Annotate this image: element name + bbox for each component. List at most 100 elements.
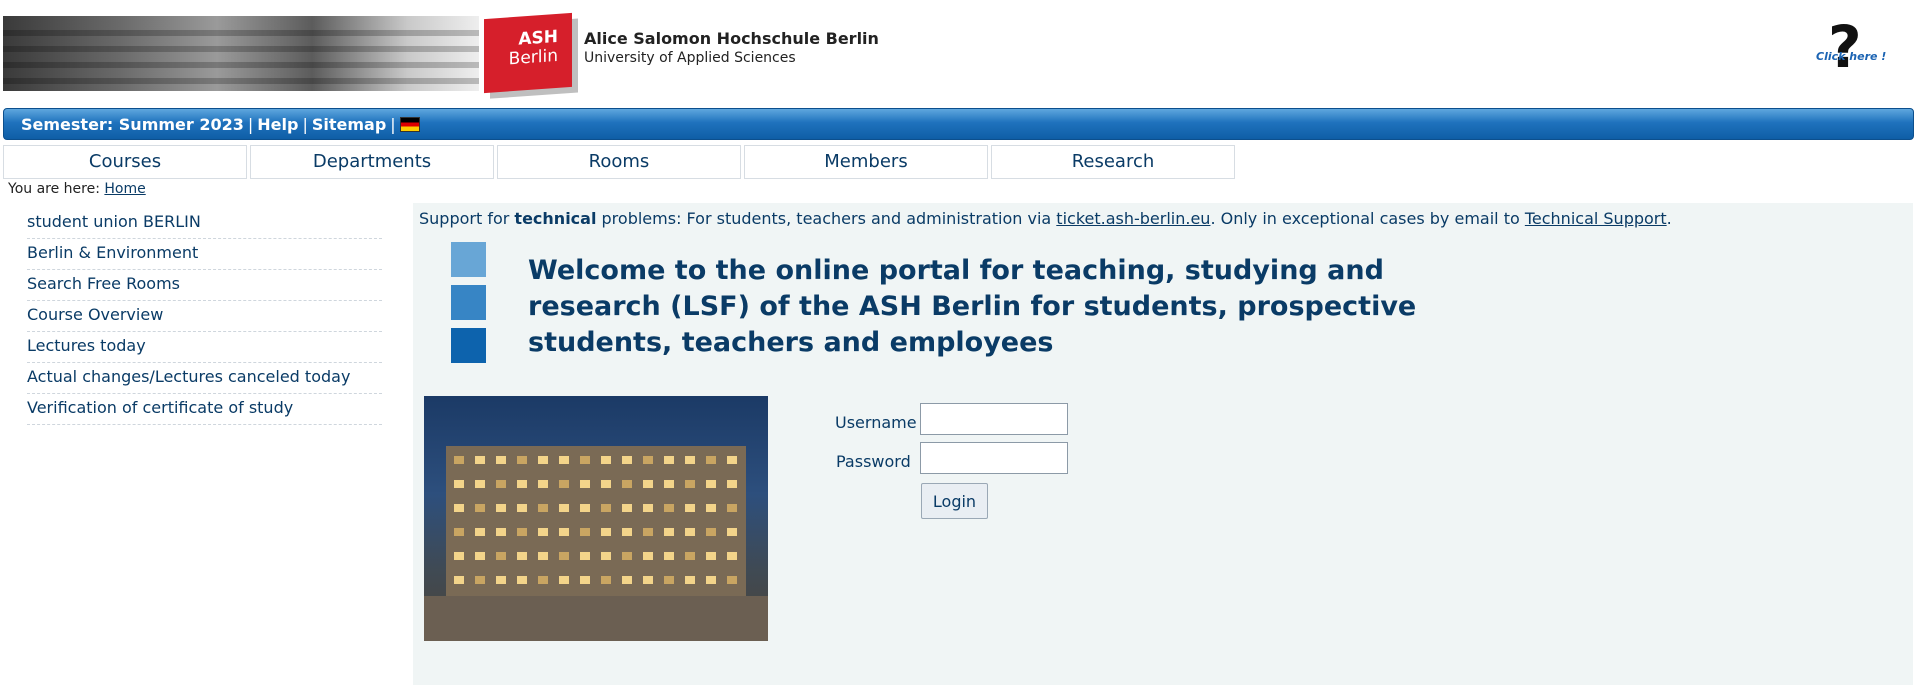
building-window [622,552,632,560]
building-window [496,504,506,512]
building-window [706,576,716,584]
building-window [559,504,569,512]
ticket-link[interactable]: ticket.ash-berlin.eu [1056,209,1210,228]
sidebar-item-search-free-rooms[interactable]: Search Free Rooms [27,270,382,301]
building-window [475,456,485,464]
building-window [664,552,674,560]
building-window [601,576,611,584]
sidebar-item-certificate-verification[interactable]: Verification of certificate of study [27,394,382,425]
building-window [580,504,590,512]
tab-rooms[interactable]: Rooms [497,145,741,179]
building-window [517,528,527,536]
sidebar-item-student-union[interactable]: student union BERLIN [27,208,382,239]
separator: | [247,115,254,134]
breadcrumb-prefix: You are here: [8,181,100,197]
username-input[interactable] [920,403,1068,435]
building-window [580,528,590,536]
building-window [517,456,527,464]
support-text: Support for [419,209,515,228]
support-bold-text: technical [514,209,597,228]
building-window [580,552,590,560]
building-window [727,576,737,584]
university-name: Alice Salomon Hochschule Berlin [584,29,879,48]
building-window [559,528,569,536]
building-window [643,576,653,584]
header-banner-photo [3,16,479,91]
building-window [496,456,506,464]
tab-members[interactable]: Members [744,145,988,179]
building-window [706,480,716,488]
sidebar-item-course-overview[interactable]: Course Overview [27,301,382,332]
sidebar-item-actual-changes[interactable]: Actual changes/Lectures canceled today [27,363,382,394]
building-window [664,480,674,488]
sidebar-item-berlin-environment[interactable]: Berlin & Environment [27,239,382,270]
building-window [517,504,527,512]
decorative-square [451,285,486,320]
building-window [643,456,653,464]
building-window [538,576,548,584]
building-window [454,528,464,536]
building-window [706,528,716,536]
building-window [706,504,716,512]
welcome-heading: Welcome to the online portal for teachin… [528,255,1417,358]
building-window [685,456,695,464]
building-window [685,552,695,560]
building-window [538,552,548,560]
building-window [601,480,611,488]
campus-building-photo [424,396,768,641]
building-window [643,528,653,536]
building-window [454,552,464,560]
help-question-mark-link[interactable]: ? Click here ! [1808,13,1888,88]
technical-support-link[interactable]: Technical Support [1525,209,1667,228]
building-window [643,552,653,560]
building-window [685,480,695,488]
building-window [475,480,485,488]
sidebar-menu: student union BERLIN Berlin & Environmen… [27,208,382,425]
building-window [559,552,569,560]
building-window [622,576,632,584]
main-tabs: Courses Departments Rooms Members Resear… [3,145,1238,179]
support-text: problems: For students, teachers and adm… [596,209,1057,228]
building-window [601,456,611,464]
building-window [475,552,485,560]
building-window [517,576,527,584]
building-window [643,480,653,488]
building-window [517,480,527,488]
help-link[interactable]: Help [257,115,298,134]
login-button[interactable]: Login [921,483,988,519]
building-window [496,552,506,560]
top-navigation-bar: Semester: Summer 2023 | Help | Sitemap | [3,108,1914,140]
main-content: Support for technical problems: For stud… [413,203,1913,685]
building-window [685,504,695,512]
building-window [475,528,485,536]
building-window [622,504,632,512]
sidebar-item-lectures-today[interactable]: Lectures today [27,332,382,363]
tab-research[interactable]: Research [991,145,1235,179]
building-window [622,528,632,536]
building-window [454,480,464,488]
sitemap-link[interactable]: Sitemap [312,115,386,134]
breadcrumb-home-link[interactable]: Home [104,181,145,197]
building-window [475,504,485,512]
building-window [538,480,548,488]
building-window [496,528,506,536]
password-input[interactable] [920,442,1068,474]
building-window [622,456,632,464]
tab-departments[interactable]: Departments [250,145,494,179]
building-window [727,480,737,488]
building-window [559,480,569,488]
building-window [727,504,737,512]
building-window [559,576,569,584]
building-window [517,552,527,560]
building-window [706,552,716,560]
tab-courses[interactable]: Courses [3,145,247,179]
semester-selector[interactable]: Semester: Summer 2023 [21,115,244,134]
building-window [580,576,590,584]
building-window [601,504,611,512]
building-window [496,576,506,584]
question-mark-icon: ? [1828,13,1862,81]
building-window [664,456,674,464]
german-flag-icon[interactable] [399,117,420,132]
breadcrumb: You are here: Home [8,181,146,197]
building-window [643,504,653,512]
